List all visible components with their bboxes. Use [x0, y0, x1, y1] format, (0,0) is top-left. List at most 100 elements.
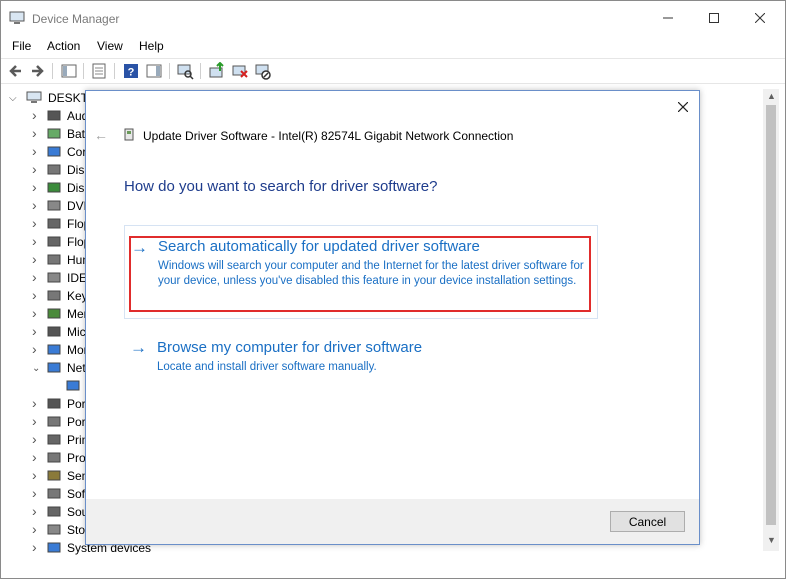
window-title: Device Manager	[32, 12, 120, 26]
chevron-right-icon[interactable]: ›	[32, 395, 37, 411]
dialog-close-button[interactable]	[673, 97, 693, 117]
memory-icon	[47, 308, 61, 319]
browse-computer-option[interactable]: → Browse my computer for driver software…	[124, 338, 596, 378]
chevron-right-icon[interactable]: ›	[32, 323, 37, 339]
chevron-down-icon[interactable]: ⌄	[32, 363, 40, 374]
minimize-button[interactable]	[645, 1, 691, 35]
tree-item-label: Sto	[67, 523, 86, 537]
chevron-right-icon[interactable]: ›	[32, 431, 37, 447]
ide-controller-icon	[47, 272, 61, 283]
display-adapter-icon	[47, 182, 61, 193]
chevron-right-icon[interactable]: ›	[32, 467, 37, 483]
dialog-title: Update Driver Software - Intel(R) 82574L…	[143, 129, 514, 143]
battery-icon	[47, 128, 61, 139]
scroll-up-icon[interactable]: ▲	[767, 91, 776, 101]
vertical-scrollbar[interactable]: ▲ ▼	[763, 89, 779, 551]
chevron-right-icon[interactable]: ›	[32, 233, 37, 249]
menu-action[interactable]: Action	[47, 39, 80, 53]
network-card-icon	[124, 128, 134, 141]
chevron-right-icon[interactable]: ›	[32, 107, 37, 123]
floppy-drive-icon	[47, 236, 61, 247]
chevron-right-icon[interactable]: ›	[32, 269, 37, 285]
update-driver-dialog: ← Update Driver Software - Intel(R) 8257…	[85, 90, 700, 545]
chevron-right-icon[interactable]: ›	[32, 413, 37, 429]
chevron-right-icon[interactable]: ›	[32, 287, 37, 303]
port-icon	[47, 416, 61, 427]
forward-arrow-icon[interactable]	[28, 62, 46, 80]
dialog-question: How do you want to search for driver sof…	[124, 178, 438, 195]
show-hide-tree-icon[interactable]	[60, 62, 78, 80]
properties-icon[interactable]	[90, 62, 108, 80]
chevron-right-icon[interactable]: ›	[32, 503, 37, 519]
dvd-drive-icon	[47, 200, 61, 211]
sensor-icon	[47, 470, 61, 481]
search-automatically-option[interactable]: → Search automatically for updated drive…	[124, 225, 598, 319]
title-bar: Device Manager	[1, 1, 785, 35]
disable-device-icon[interactable]	[254, 62, 272, 80]
tree-item-label: Por	[67, 397, 86, 411]
tree-item-label: Cor	[67, 145, 87, 159]
device-manager-window: Device Manager File Action View Help ? ⌵…	[0, 0, 786, 579]
browse-computer-title[interactable]: Browse my computer for driver software	[157, 339, 422, 356]
uninstall-device-icon[interactable]	[231, 62, 249, 80]
scan-hardware-icon[interactable]	[176, 62, 194, 80]
browse-computer-description: Locate and install driver software manua…	[157, 361, 377, 373]
toolbar-separator	[169, 63, 170, 79]
tree-item-label: IDE	[67, 271, 88, 285]
tree-item-label: Sof	[67, 487, 86, 501]
menu-help[interactable]: Help	[139, 39, 164, 53]
minimize-icon	[663, 17, 673, 19]
network-adapter-icon	[47, 362, 61, 373]
chevron-down-icon[interactable]: ⌵	[9, 93, 17, 104]
storage-icon	[47, 524, 61, 535]
toolbar-separator	[114, 63, 115, 79]
maximize-icon	[709, 13, 719, 23]
chevron-right-icon[interactable]: ›	[32, 251, 37, 267]
hid-icon	[47, 254, 61, 265]
back-arrow-icon[interactable]: ←	[94, 127, 108, 143]
menu-bar: File Action View Help	[1, 36, 785, 56]
disk-drive-icon	[47, 164, 61, 175]
chevron-right-icon[interactable]: ›	[32, 143, 37, 159]
mouse-icon	[47, 326, 61, 337]
chevron-right-icon[interactable]: ›	[32, 449, 37, 465]
toolbar-separator	[83, 63, 84, 79]
chevron-right-icon[interactable]: ›	[32, 161, 37, 177]
update-driver-icon[interactable]	[208, 62, 226, 80]
maximize-button[interactable]	[691, 1, 737, 35]
floppy-controller-icon	[47, 218, 61, 229]
chevron-right-icon[interactable]: ›	[32, 485, 37, 501]
tree-item-label: Mic	[67, 325, 86, 339]
keyboard-icon	[47, 290, 61, 301]
scroll-down-icon[interactable]: ▼	[767, 535, 776, 545]
cancel-button[interactable]: Cancel	[610, 511, 685, 532]
help-icon[interactable]: ?	[122, 62, 140, 80]
chevron-right-icon[interactable]: ›	[32, 179, 37, 195]
tree-item-label: Pro	[67, 451, 86, 465]
chevron-right-icon[interactable]: ›	[32, 341, 37, 357]
toolbar: ?	[1, 58, 785, 84]
search-automatically-description: Windows will search your computer and th…	[158, 260, 584, 287]
system-devices-icon	[47, 542, 61, 553]
search-automatically-title[interactable]: Search automatically for updated driver …	[158, 238, 480, 255]
chevron-right-icon[interactable]: ›	[32, 305, 37, 321]
toolbar-separator	[200, 63, 201, 79]
sound-icon	[47, 506, 61, 517]
menu-view[interactable]: View	[97, 39, 123, 53]
network-card-icon	[66, 380, 80, 391]
menu-file[interactable]: File	[12, 39, 31, 53]
chevron-right-icon[interactable]: ›	[32, 521, 37, 537]
action-pane-icon[interactable]	[145, 62, 163, 80]
computer-icon	[26, 91, 42, 103]
arrow-right-icon: →	[131, 238, 148, 257]
dialog-footer: Cancel	[86, 499, 699, 544]
software-device-icon	[47, 488, 61, 499]
chevron-right-icon[interactable]: ›	[32, 539, 37, 555]
chevron-right-icon[interactable]: ›	[32, 215, 37, 231]
scrollbar-thumb[interactable]	[766, 105, 776, 525]
back-arrow-icon[interactable]	[7, 62, 25, 80]
close-button[interactable]	[737, 1, 783, 35]
portable-device-icon	[47, 398, 61, 409]
chevron-right-icon[interactable]: ›	[32, 197, 37, 213]
chevron-right-icon[interactable]: ›	[32, 125, 37, 141]
